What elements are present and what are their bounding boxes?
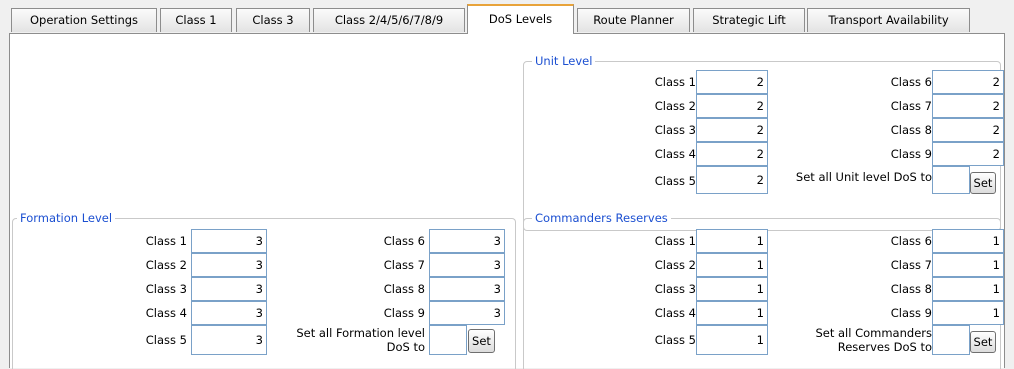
unit-level-group: Unit Level Class 1 Class 2 Class 3 Class… — [523, 54, 1004, 231]
reserves-class-8-input[interactable] — [932, 277, 1004, 301]
formation-class-4-label: Class 4 — [145, 306, 187, 320]
formation-level-title: Formation Level — [17, 211, 116, 225]
reserves-class-6-label: Class 6 — [890, 234, 932, 248]
tab-transport-availability[interactable]: Transport Availability — [807, 8, 970, 32]
reserves-class-2-label: Class 2 — [654, 258, 696, 272]
reserves-class-9-input[interactable] — [932, 301, 1004, 325]
reserves-set-all-label: Set all Commanders Reserves DoS to — [815, 326, 932, 354]
unit-class-2-input[interactable] — [696, 94, 768, 118]
tab-class-2-4-5-6-7-8-9[interactable]: Class 2/4/5/6/7/8/9 — [313, 8, 465, 32]
formation-class-2-input[interactable] — [191, 253, 267, 277]
dos-levels-panel: Unit Level Class 1 Class 2 Class 3 Class… — [9, 33, 1005, 369]
formation-set-button[interactable]: Set — [468, 329, 495, 353]
reserves-class-1-label: Class 1 — [654, 234, 696, 248]
formation-class-3-input[interactable] — [191, 277, 267, 301]
formation-class-7-label: Class 7 — [383, 258, 425, 272]
commanders-reserves-group: Commanders Reserves Class 1 Class 2 Clas… — [523, 211, 1004, 369]
reserves-class-4-input[interactable] — [696, 301, 768, 325]
formation-class-2-label: Class 2 — [145, 258, 187, 272]
unit-class-9-label: Class 9 — [890, 147, 932, 161]
unit-class-3-label: Class 3 — [654, 123, 696, 137]
formation-level-group: Formation Level Class 1 Class 2 Class 3 … — [12, 211, 516, 369]
unit-class-5-input[interactable] — [696, 166, 768, 194]
formation-set-all-input[interactable] — [429, 325, 467, 355]
tab-strip: Operation Settings Class 1 Class 3 Class… — [0, 0, 1014, 34]
unit-class-1-input[interactable] — [696, 70, 768, 94]
reserves-class-8-label: Class 8 — [890, 282, 932, 296]
unit-class-4-label: Class 4 — [654, 147, 696, 161]
unit-class-7-label: Class 7 — [890, 99, 932, 113]
formation-class-3-label: Class 3 — [145, 282, 187, 296]
formation-set-all-label-line1: Set all Formation level — [296, 326, 425, 340]
unit-class-9-input[interactable] — [932, 142, 1004, 166]
unit-class-3-input[interactable] — [696, 118, 768, 142]
formation-class-9-label: Class 9 — [383, 306, 425, 320]
unit-class-8-label: Class 8 — [890, 123, 932, 137]
unit-class-6-input[interactable] — [932, 70, 1004, 94]
reserves-class-3-label: Class 3 — [654, 282, 696, 296]
formation-set-all-label-line2: DoS to — [386, 340, 425, 354]
tab-class-1[interactable]: Class 1 — [160, 8, 232, 32]
tab-route-planner[interactable]: Route Planner — [577, 8, 690, 32]
reserves-class-1-input[interactable] — [696, 229, 768, 253]
formation-class-6-label: Class 6 — [383, 234, 425, 248]
tab-operation-settings[interactable]: Operation Settings — [11, 8, 157, 32]
reserves-set-all-input[interactable] — [932, 325, 970, 355]
formation-class-4-input[interactable] — [191, 301, 267, 325]
unit-class-2-label: Class 2 — [654, 99, 696, 113]
formation-class-1-input[interactable] — [191, 229, 267, 253]
unit-set-all-input[interactable] — [932, 166, 970, 194]
tab-dos-levels[interactable]: DoS Levels — [467, 4, 574, 34]
reserves-class-4-label: Class 4 — [654, 306, 696, 320]
unit-level-title: Unit Level — [532, 54, 596, 68]
reserves-class-3-input[interactable] — [696, 277, 768, 301]
reserves-set-button[interactable]: Set — [970, 331, 996, 353]
unit-class-7-input[interactable] — [932, 94, 1004, 118]
formation-class-1-label: Class 1 — [145, 234, 187, 248]
formation-class-7-input[interactable] — [429, 253, 505, 277]
formation-class-5-input[interactable] — [191, 325, 267, 355]
unit-class-4-input[interactable] — [696, 142, 768, 166]
formation-class-8-label: Class 8 — [383, 282, 425, 296]
tab-class-3[interactable]: Class 3 — [236, 8, 310, 32]
formation-class-5-label: Class 5 — [145, 333, 187, 347]
reserves-class-5-label: Class 5 — [654, 333, 696, 347]
unit-class-6-label: Class 6 — [890, 75, 932, 89]
unit-set-all-label: Set all Unit level DoS to — [795, 170, 932, 184]
unit-class-5-label: Class 5 — [654, 174, 696, 188]
reserves-class-2-input[interactable] — [696, 253, 768, 277]
unit-class-8-input[interactable] — [932, 118, 1004, 142]
formation-set-all-label: Set all Formation level DoS to — [296, 326, 425, 354]
reserves-class-6-input[interactable] — [932, 229, 1004, 253]
reserves-class-7-label: Class 7 — [890, 258, 932, 272]
reserves-set-all-label-line2: Reserves DoS to — [837, 340, 932, 354]
unit-set-button[interactable]: Set — [970, 172, 996, 194]
reserves-set-all-label-line1: Set all Commanders — [815, 326, 932, 340]
tab-strategic-lift[interactable]: Strategic Lift — [693, 8, 805, 32]
reserves-class-7-input[interactable] — [932, 253, 1004, 277]
reserves-class-9-label: Class 9 — [890, 306, 932, 320]
reserves-class-5-input[interactable] — [696, 325, 768, 355]
commanders-reserves-title: Commanders Reserves — [532, 211, 671, 225]
formation-class-9-input[interactable] — [429, 301, 505, 325]
formation-class-6-input[interactable] — [429, 229, 505, 253]
unit-class-1-label: Class 1 — [654, 75, 696, 89]
formation-class-8-input[interactable] — [429, 277, 505, 301]
